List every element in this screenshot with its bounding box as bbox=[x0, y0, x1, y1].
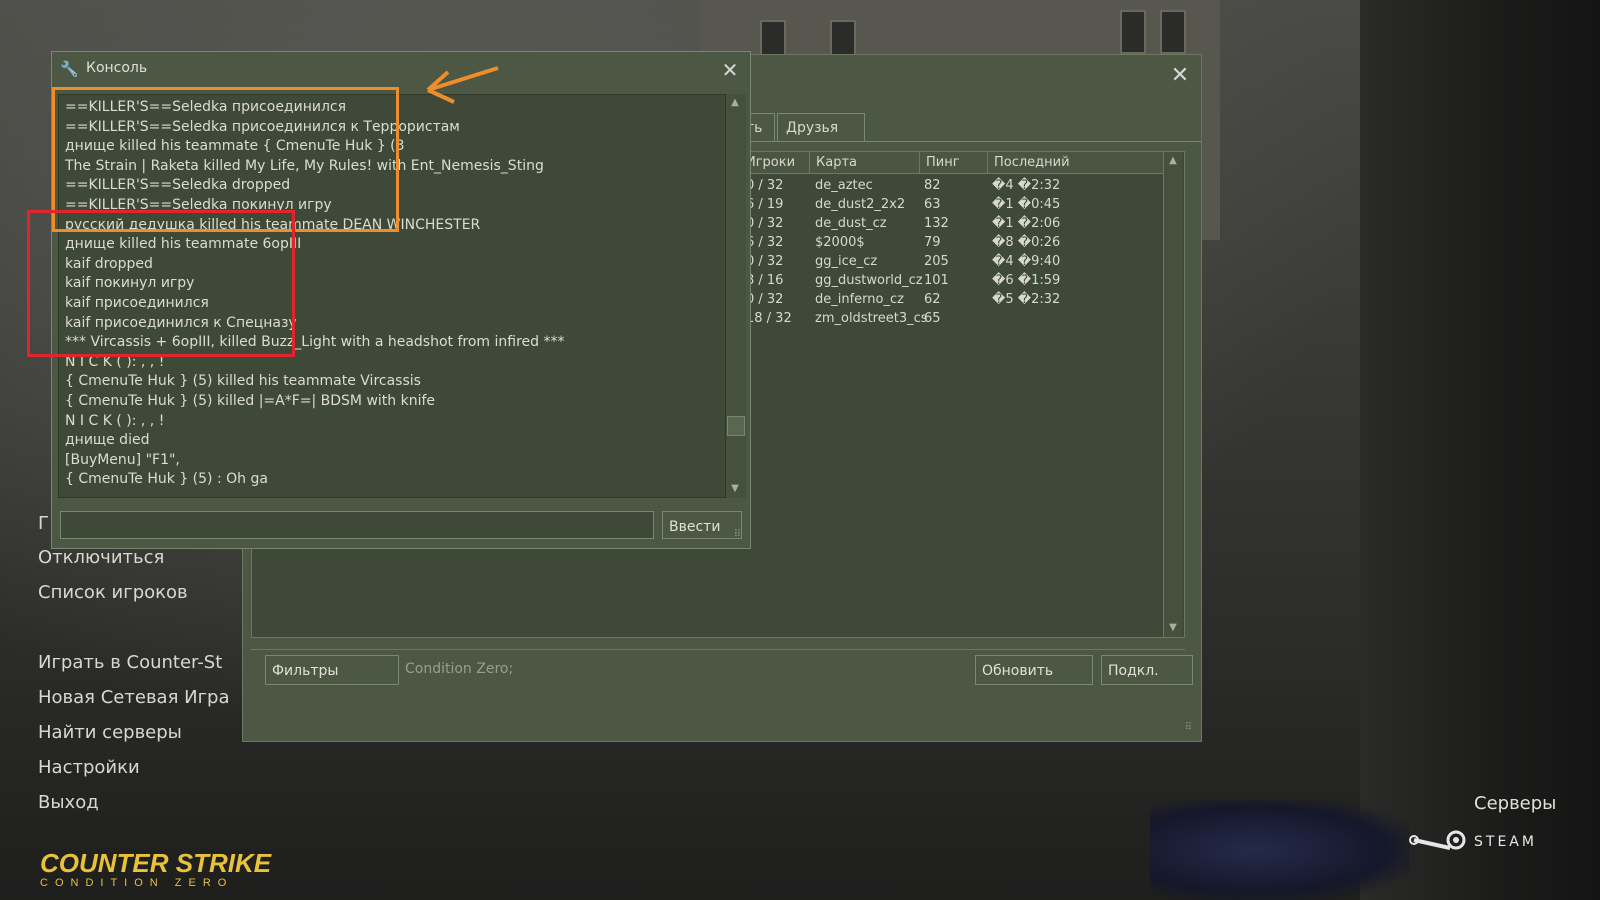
players-cell: 18 / 32 bbox=[746, 311, 792, 326]
menu-item-player-list[interactable]: Список игроков bbox=[38, 582, 188, 603]
map-cell: de_dust_cz bbox=[815, 216, 887, 231]
menu-item-disconnect[interactable]: Отключиться bbox=[38, 547, 164, 568]
last-played-cell: �4 �9:40 bbox=[992, 254, 1061, 269]
console-scrollbar[interactable]: ▲ ▼ bbox=[726, 94, 746, 498]
ping-cell: 205 bbox=[924, 254, 949, 269]
wrench-icon: 🔧 bbox=[60, 60, 79, 78]
ping-cell: 101 bbox=[924, 273, 949, 288]
ping-cell: 63 bbox=[924, 197, 941, 212]
servers-label[interactable]: Серверы bbox=[1474, 793, 1556, 814]
ping-cell: 62 bbox=[924, 292, 941, 307]
logo-main-text: COUNTER STRIKE bbox=[40, 848, 272, 878]
last-played-cell: �6 �1:59 bbox=[992, 273, 1061, 288]
steam-icon bbox=[1409, 830, 1466, 850]
scroll-down-icon[interactable]: ▼ bbox=[726, 480, 744, 498]
steam-logo: STEAM bbox=[1408, 830, 1537, 854]
players-cell: 6 / 32 bbox=[746, 235, 784, 250]
close-icon[interactable]: ✕ bbox=[1169, 65, 1191, 87]
annotation-red-box bbox=[27, 210, 295, 357]
browser-bottom-bar: Фильтры Condition Zero; Обновить Подкл. bbox=[251, 649, 1193, 690]
console-log-line: { CmenuTe Huk } (5) killed his teammate … bbox=[65, 373, 421, 390]
logo-sub-text: CONDITION ZERO bbox=[40, 877, 234, 889]
console-log-line: [BuyMenu] "F1", bbox=[65, 451, 180, 468]
ping-cell: 79 bbox=[924, 235, 941, 250]
annotation-arrow-icon bbox=[426, 66, 499, 104]
console-submit-button[interactable]: Ввести bbox=[662, 511, 742, 539]
map-cell: de_aztec bbox=[815, 178, 873, 193]
scroll-down-icon[interactable]: ▼ bbox=[1164, 619, 1182, 637]
resize-grip-icon[interactable]: ⠿ bbox=[1185, 722, 1193, 733]
background-window bbox=[1160, 10, 1186, 54]
column-header-last[interactable]: Последний bbox=[988, 152, 1164, 174]
game-logo: COUNTER STRIKE CONDITION ZERO bbox=[40, 850, 271, 890]
scroll-thumb[interactable] bbox=[727, 416, 745, 436]
ping-cell: 82 bbox=[924, 178, 941, 193]
console-close-icon[interactable]: ✕ bbox=[720, 60, 740, 80]
background-object bbox=[1150, 800, 1410, 900]
last-played-cell: �4 �2:32 bbox=[992, 178, 1061, 193]
console-log-line: { CmenuTe Huk } (5) killed |=A*F=| BDSM … bbox=[65, 393, 436, 409]
scroll-up-icon[interactable]: ▲ bbox=[1164, 152, 1182, 170]
menu-item-partial[interactable]: Г bbox=[38, 513, 49, 534]
last-played-cell: �1 �2:06 bbox=[992, 216, 1061, 231]
menu-item-find-servers[interactable]: Найти серверы bbox=[38, 722, 182, 743]
players-cell: 8 / 16 bbox=[746, 273, 784, 288]
menu-item-play-counter-strike[interactable]: Играть в Counter-St bbox=[38, 652, 222, 673]
steam-label: STEAM bbox=[1474, 834, 1537, 850]
players-cell: 0 / 32 bbox=[746, 178, 784, 193]
background-window bbox=[1120, 10, 1146, 54]
tab-friends[interactable]: Друзья bbox=[777, 113, 865, 141]
map-cell: $2000$ bbox=[815, 235, 865, 250]
map-cell: de_dust2_2x2 bbox=[815, 197, 906, 212]
scroll-up-icon[interactable]: ▲ bbox=[726, 94, 744, 112]
map-cell: zm_oldstreet3_csc bbox=[815, 311, 927, 326]
menu-item-exit[interactable]: Выход bbox=[38, 792, 99, 813]
last-played-cell: �1 �0:45 bbox=[992, 197, 1061, 212]
last-played-cell: �8 �0:26 bbox=[992, 235, 1061, 250]
menu-item-new-game[interactable]: Новая Сетевая Игра bbox=[38, 687, 230, 708]
column-header-map[interactable]: Карта bbox=[810, 152, 920, 174]
connect-button[interactable]: Подкл. bbox=[1101, 655, 1193, 685]
ping-cell: 132 bbox=[924, 216, 949, 231]
console-log-line: днище died bbox=[65, 432, 150, 449]
filter-summary: Condition Zero; bbox=[405, 661, 514, 677]
server-list-scrollbar[interactable]: ▲ ▼ bbox=[1163, 152, 1182, 637]
column-header-ping[interactable]: Пинг bbox=[920, 152, 988, 174]
console-title: Консоль bbox=[86, 60, 148, 76]
map-cell: de_inferno_cz bbox=[815, 292, 904, 307]
map-cell: gg_dustworld_cz bbox=[815, 273, 923, 288]
refresh-button[interactable]: Обновить bbox=[975, 655, 1093, 685]
console-log-line: { CmenuTe Huk } (5) : Oh ga bbox=[65, 471, 268, 488]
console-log-line: N I C K ( ): , , ! bbox=[65, 412, 165, 429]
players-cell: 0 / 32 bbox=[746, 254, 784, 269]
background-tree bbox=[1360, 0, 1600, 900]
last-played-cell: �5 �2:32 bbox=[992, 292, 1061, 307]
ping-cell: 65 bbox=[924, 311, 941, 326]
players-cell: 0 / 32 bbox=[746, 216, 784, 231]
menu-item-settings[interactable]: Настройки bbox=[38, 757, 140, 778]
resize-grip-icon[interactable]: ⠿ bbox=[734, 529, 742, 540]
console-command-input[interactable] bbox=[60, 511, 654, 539]
map-cell: gg_ice_cz bbox=[815, 254, 878, 269]
players-cell: 6 / 19 bbox=[746, 197, 784, 212]
filters-button[interactable]: Фильтры bbox=[265, 655, 399, 685]
players-cell: 0 / 32 bbox=[746, 292, 784, 307]
